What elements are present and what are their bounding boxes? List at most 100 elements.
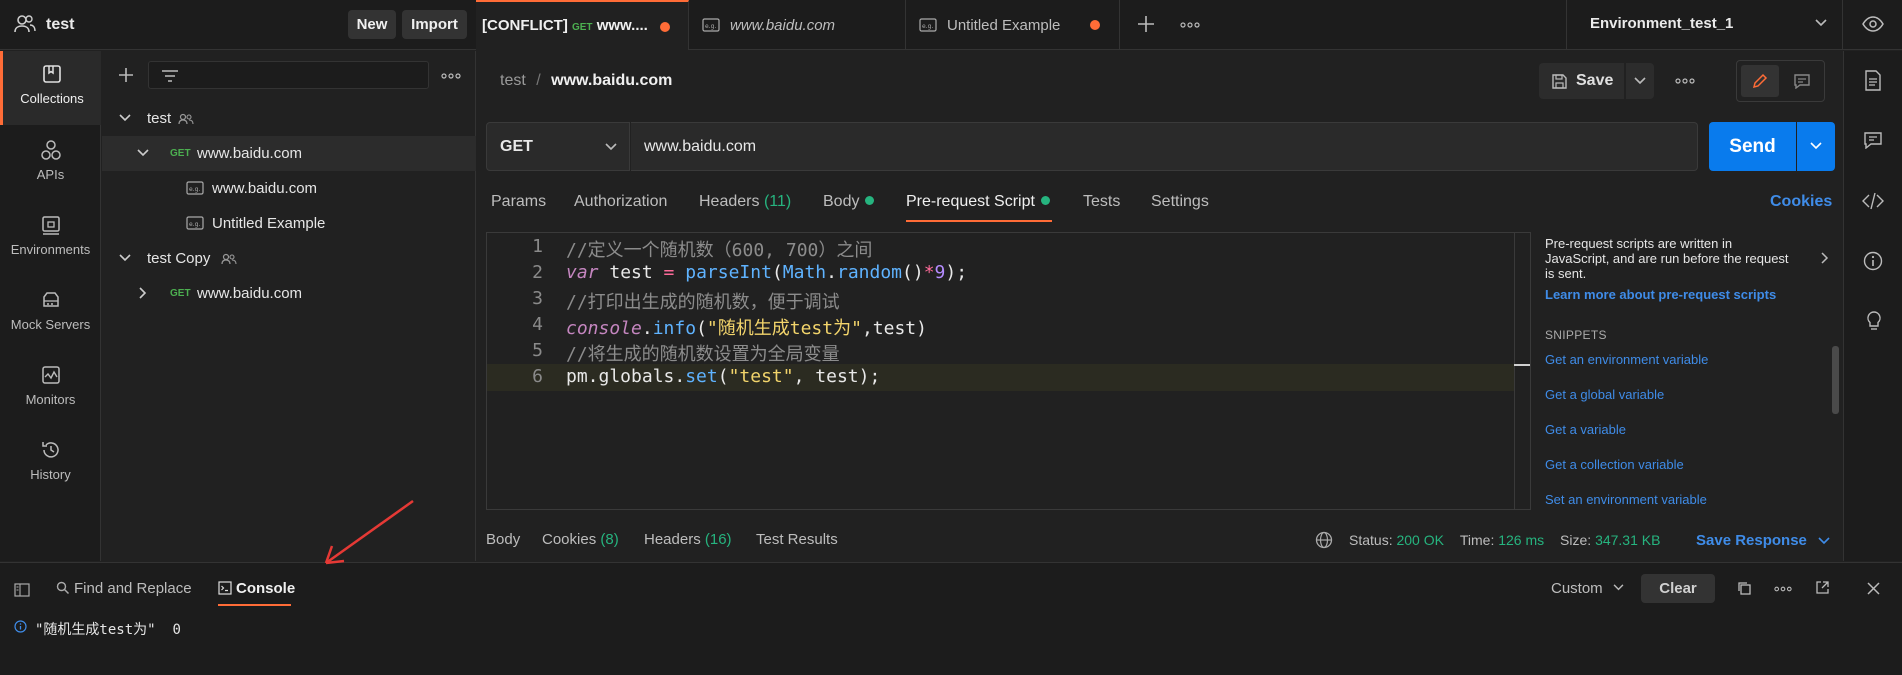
chevron-right-icon[interactable] [139,287,148,299]
rail-item-monitors[interactable]: Monitors [0,352,101,426]
url-input[interactable]: www.baidu.com [631,122,1698,171]
shared-icon [178,113,194,125]
snippet-item[interactable]: Get a global variable [1545,387,1664,402]
rail-item-apis[interactable]: APIs [0,127,101,201]
filter-icon[interactable] [161,69,179,83]
info-icon [14,620,27,633]
script-editor[interactable]: 1 2 3 4 5 6 //定义一个随机数（600, 700）之间 var te… [486,232,1531,510]
tab-conflict[interactable]: [CONFLICT] GET www.... [476,0,689,50]
workspace-name[interactable]: test [46,16,74,34]
chevron-down-icon[interactable] [137,149,149,158]
tab-body[interactable]: Body [823,193,875,211]
save-response-button[interactable]: Save Response [1696,532,1807,549]
response-tab-headers[interactable]: Headers (16) [644,531,732,548]
rail-item-history[interactable]: History [0,427,101,501]
toggle-sidebar-icon[interactable] [14,583,30,597]
breadcrumb-current[interactable]: www.baidu.com [551,72,672,89]
left-rail: Collections APIs Environments Mock Serve… [0,51,101,561]
tab-headers[interactable]: Headers (11) [699,193,791,211]
method-select[interactable]: GET [486,122,630,171]
import-button[interactable]: Import [402,10,467,39]
globe-icon[interactable] [1315,531,1333,549]
bottom-panel: Find and Replace Console Custom Clear "随… [0,562,1902,675]
copy-icon[interactable] [1737,581,1752,596]
tab-baidu-example[interactable]: e.g. www.baidu.com [690,0,906,50]
comments-icon[interactable] [1863,131,1883,149]
save-dropdown-button[interactable] [1626,63,1654,99]
send-dropdown-button[interactable] [1797,122,1835,171]
tab-untitled-example[interactable]: e.g. Untitled Example [907,0,1120,50]
snippet-item[interactable]: Get a variable [1545,422,1626,437]
eye-icon[interactable] [1862,15,1884,33]
environment-selector[interactable]: Environment_test_1 [1590,15,1733,32]
new-tab-icon[interactable] [1136,14,1156,34]
rail-item-mock-servers[interactable]: Mock Servers [0,277,101,351]
search-icon [56,581,70,595]
chevron-down-icon[interactable] [1818,537,1830,546]
sidebar-more-icon[interactable] [441,73,461,79]
console-more-icon[interactable] [1774,586,1792,592]
add-collection-icon[interactable] [117,66,135,84]
close-icon[interactable] [1866,581,1881,596]
learn-more-link[interactable]: Learn more about pre-request scripts [1545,287,1776,302]
sidebar-search-input[interactable] [148,61,429,89]
workspace-icon[interactable] [14,14,36,34]
tree-example-untitled[interactable]: e.g. Untitled Example [102,206,476,241]
console-log-entry[interactable]: "随机生成test为" 0 [35,619,181,639]
chevron-down-icon[interactable] [119,254,131,263]
pop-out-icon[interactable] [1815,580,1830,595]
lightbulb-icon[interactable] [1864,310,1884,332]
line-number: 1 [532,236,543,257]
documentation-icon[interactable] [1864,70,1882,91]
response-tab-test-results[interactable]: Test Results [756,531,838,548]
tab-params[interactable]: Params [491,193,546,211]
tree-request-baidu[interactable]: GET www.baidu.com [102,136,476,171]
tab-authorization[interactable]: Authorization [574,193,667,211]
info-icon[interactable] [1863,251,1883,271]
log-level-select[interactable]: Custom [1551,580,1624,597]
chevron-down-icon[interactable] [119,114,131,123]
find-replace-tab[interactable]: Find and Replace [56,580,192,597]
time-value[interactable]: 126 ms [1498,532,1544,548]
tree-example-baidu[interactable]: e.g. www.baidu.com [102,171,476,206]
rail-item-collections[interactable]: Collections [0,51,101,125]
cookies-link[interactable]: Cookies [1770,193,1832,211]
request-name: www.baidu.com [197,285,303,302]
clear-console-button[interactable]: Clear [1641,574,1715,603]
chevron-right-icon[interactable] [1821,252,1829,264]
tab-pre-request-script[interactable]: Pre-request Script [906,193,1050,211]
response-tab-body[interactable]: Body [486,531,520,548]
snippets-scrollbar[interactable] [1832,346,1839,414]
chevron-down-icon[interactable] [1814,18,1828,28]
example-icon: e.g. [702,18,720,32]
tree-collection-test-copy[interactable]: test Copy [102,241,476,276]
request-name: www.baidu.com [197,145,303,162]
snippet-item[interactable]: Get an environment variable [1545,352,1708,367]
active-tab-indicator [906,220,1052,222]
size-value[interactable]: 347.31 KB [1595,532,1660,548]
chevron-down-icon [1810,142,1822,150]
breadcrumb-separator: / [536,72,541,89]
breadcrumb-parent[interactable]: test [500,72,526,89]
comment-mode-button[interactable] [1783,65,1821,97]
edit-mode-button[interactable] [1741,65,1779,97]
example-name: Untitled Example [212,215,326,232]
response-tab-cookies[interactable]: Cookies (8) [542,531,619,548]
request-more-icon[interactable] [1675,78,1695,84]
tree-collection-test[interactable]: test [102,101,476,136]
snippet-item[interactable]: Set an environment variable [1545,492,1707,507]
example-name: www.baidu.com [212,180,318,197]
new-button[interactable]: New [348,10,396,39]
more-tabs-icon[interactable] [1180,22,1200,28]
code-snippet-icon[interactable] [1862,192,1884,210]
snippet-item[interactable]: Get a collection variable [1545,457,1684,472]
console-tab[interactable]: Console [218,580,295,597]
send-button[interactable]: Send [1709,122,1796,171]
save-button[interactable]: Save [1539,63,1624,99]
status-value[interactable]: 200 OK [1396,532,1443,548]
tree-request-baidu-copy[interactable]: GET www.baidu.com [102,276,476,311]
rail-item-environments[interactable]: Environments [0,202,101,276]
tab-tests[interactable]: Tests [1083,193,1120,211]
tab-settings[interactable]: Settings [1151,193,1209,211]
svg-text:e.g.: e.g. [922,23,933,30]
